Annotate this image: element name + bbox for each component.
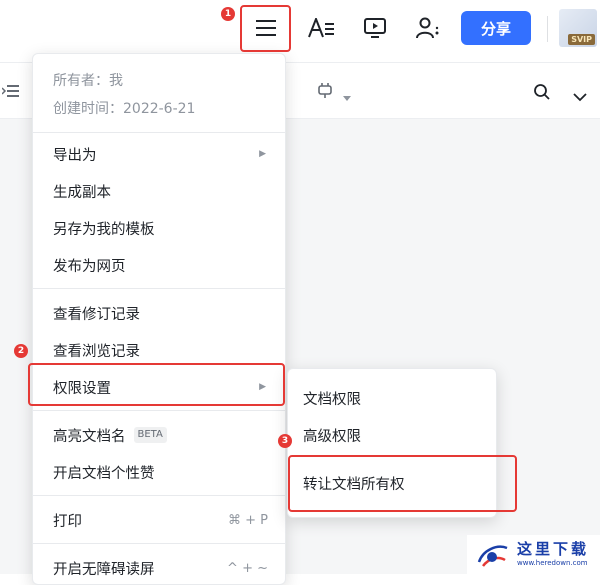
- plugin-icon[interactable]: [316, 81, 334, 103]
- divider: [33, 132, 285, 133]
- menu-item-accessibility[interactable]: 开启无障碍读屏 ^ + ~: [53, 553, 268, 583]
- shortcut-hint: ^ + ~: [227, 560, 268, 576]
- collaborator-icon[interactable]: [411, 10, 447, 46]
- menu-item-like[interactable]: 开启文档个性赞: [53, 457, 268, 487]
- menu-item-export[interactable]: 导出为 ▶: [53, 139, 268, 169]
- svip-badge: SVIP: [568, 34, 595, 45]
- menu-item-duplicate[interactable]: 生成副本: [53, 176, 268, 206]
- menu-item-highlight-name[interactable]: 高亮文档名 BETA: [53, 420, 268, 450]
- more-menu: 所有者：我 创建时间：2022-6-21 导出为 ▶ 生成副本 另存为我的模板 …: [32, 53, 286, 585]
- owner-info: 所有者：我: [53, 73, 123, 89]
- divider: [33, 288, 285, 289]
- step-badge: 1: [221, 7, 235, 21]
- watermark-url: www.heredown.com: [517, 559, 588, 567]
- divider: [33, 410, 285, 411]
- chevron-right-icon: ▶: [259, 149, 266, 159]
- share-button[interactable]: 分享: [461, 11, 531, 45]
- presentation-icon[interactable]: [357, 10, 393, 46]
- created-time: 创建时间：2022-6-21: [53, 101, 196, 117]
- divider: [33, 543, 285, 544]
- submenu-item-advanced-permissions[interactable]: 高级权限: [303, 421, 361, 449]
- highlight-box: [288, 455, 517, 512]
- search-icon[interactable]: [533, 83, 551, 105]
- beta-badge: BETA: [133, 427, 167, 443]
- text-format-icon[interactable]: [303, 10, 339, 46]
- divider: [33, 495, 285, 496]
- menu-item-save-template[interactable]: 另存为我的模板: [53, 213, 268, 243]
- menu-item-view-history[interactable]: 查看浏览记录: [53, 335, 268, 365]
- watermark-logo-icon: [477, 545, 508, 567]
- highlight-box: [28, 363, 285, 406]
- avatar[interactable]: SVIP: [559, 9, 597, 47]
- chevron-down-icon[interactable]: [343, 87, 351, 106]
- watermark-text: 这里下载: [517, 540, 590, 558]
- watermark: 这里下载 www.heredown.com: [467, 535, 600, 574]
- submenu-item-doc-permissions[interactable]: 文档权限: [303, 384, 361, 412]
- highlight-box: [240, 5, 291, 52]
- menu-item-publish-web[interactable]: 发布为网页: [53, 250, 268, 280]
- shortcut-hint: ⌘ + P: [228, 512, 268, 528]
- outline-toggle-icon[interactable]: [1, 83, 20, 102]
- menu-item-print[interactable]: 打印 ⌘ + P: [53, 505, 268, 535]
- menu-item-revision-history[interactable]: 查看修订记录: [53, 298, 268, 328]
- chevron-down-icon[interactable]: [573, 87, 587, 106]
- divider: [547, 16, 548, 42]
- step-badge: 2: [14, 344, 28, 358]
- step-badge: 3: [278, 434, 292, 448]
